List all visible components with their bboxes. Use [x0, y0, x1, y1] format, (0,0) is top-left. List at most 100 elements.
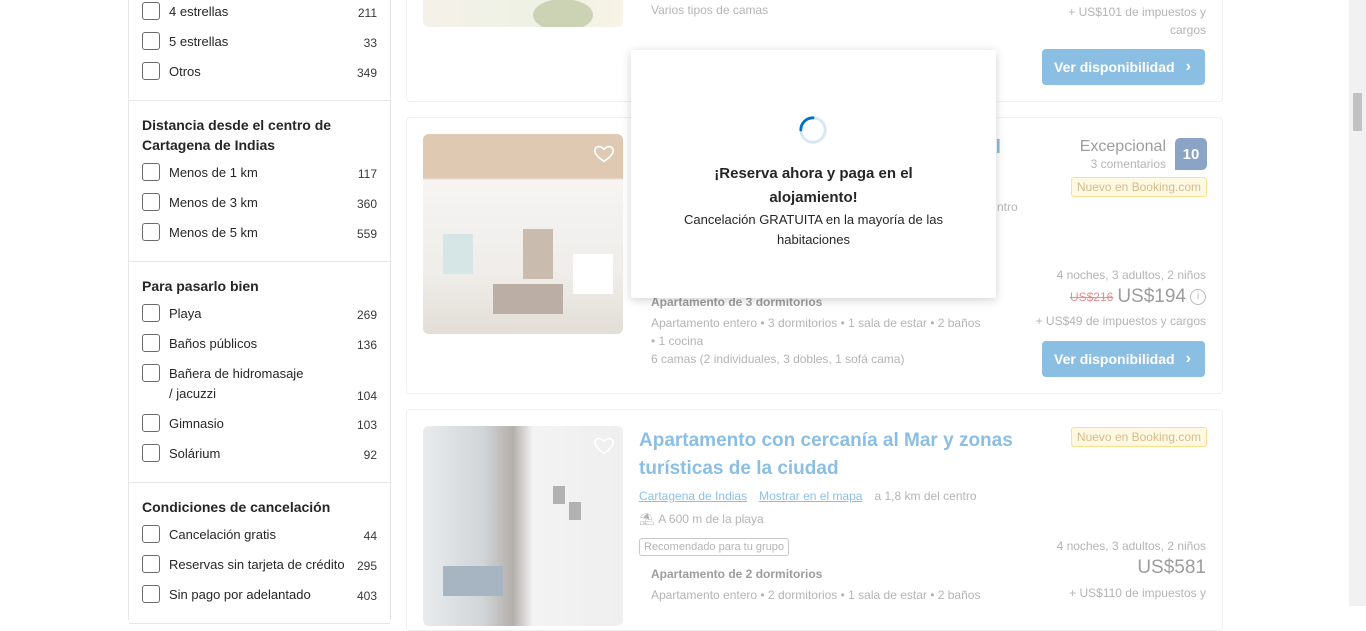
- property-title[interactable]: Apartamento con cercanía al Mar y zonas …: [639, 427, 1059, 483]
- unit-description: Apartamento entero • 2 dormitorios • 1 s…: [651, 588, 981, 602]
- filter-count: 44: [363, 529, 377, 543]
- page-scrollbar[interactable]: [1349, 0, 1366, 606]
- filter-count: 403: [356, 589, 377, 603]
- filters-sidebar: 4 estrellas 211 5 estrellas 33 Otros 349…: [128, 0, 391, 624]
- checkbox[interactable]: [142, 2, 160, 20]
- filter-count: 136: [356, 338, 377, 352]
- filter-label: 5 estrellas: [169, 34, 229, 49]
- button-label: Ver disponibilidad: [1054, 351, 1175, 367]
- filter-option-4-stars[interactable]: 4 estrellas 211: [142, 2, 377, 32]
- photo-image: [443, 486, 581, 596]
- filter-label: Bañera de hidromasaje / jacuzzi: [169, 366, 304, 401]
- heart-icon[interactable]: [593, 142, 615, 164]
- filter-count: 104: [356, 389, 377, 403]
- checkbox[interactable]: [142, 585, 160, 603]
- scrollbar-thumb[interactable]: [1353, 93, 1362, 131]
- property-card-3: Apartamento con cercanía al Mar y zonas …: [406, 409, 1223, 631]
- checkbox[interactable]: [142, 304, 160, 322]
- current-price: US$581: [1137, 557, 1206, 578]
- review-count: 3 comentarios: [1090, 157, 1166, 171]
- filter-option-gimnasio[interactable]: Gimnasio 103: [142, 414, 377, 444]
- filter-count: 349: [356, 66, 377, 80]
- filter-section-cancel: Condiciones de cancelación Cancelación g…: [129, 483, 390, 624]
- filter-option-5km[interactable]: Menos de 5 km 559: [142, 223, 377, 253]
- loading-spinner-icon: [799, 116, 827, 144]
- heart-icon[interactable]: [593, 434, 615, 456]
- filter-option-cancel-free[interactable]: Cancelación gratis 44: [142, 525, 377, 555]
- city-link[interactable]: Cartagena de Indias: [639, 489, 747, 503]
- filter-option-no-prepay[interactable]: Sin pago por adelantado 403: [142, 585, 377, 615]
- checkbox[interactable]: [142, 555, 160, 573]
- price-block: US$216 US$194 i: [1070, 286, 1206, 308]
- info-icon[interactable]: i: [1190, 289, 1206, 305]
- taxes-info: + US$49 de impuestos y cargos: [1035, 314, 1206, 328]
- checkbox[interactable]: [142, 62, 160, 80]
- filter-option-jacuzzi[interactable]: Bañera de hidromasaje / jacuzzi 104: [142, 364, 377, 414]
- filter-option-otros[interactable]: Otros 349: [142, 62, 377, 92]
- filter-label: Menos de 5 km: [169, 225, 258, 240]
- chevron-right-icon: ›: [1185, 58, 1191, 75]
- button-label: Ver disponibilidad: [1054, 59, 1175, 75]
- old-price: US$216: [1069, 290, 1114, 304]
- filter-count: 295: [356, 559, 377, 573]
- filter-count: 33: [363, 36, 377, 50]
- filter-label: Solárium: [169, 446, 221, 461]
- filter-label: Reservas sin tarjeta de crédito: [169, 557, 345, 572]
- new-badge: Nuevo en Booking.com: [1070, 177, 1207, 197]
- availability-button[interactable]: Ver disponibilidad ›: [1042, 341, 1205, 377]
- filter-option-solarium[interactable]: Solárium 92: [142, 444, 377, 474]
- filter-section-stars: 4 estrellas 211 5 estrellas 33 Otros 349: [129, 0, 390, 101]
- taxes-info: + US$110 de impuestos y: [1069, 586, 1206, 600]
- property-photo[interactable]: [423, 426, 623, 626]
- filter-option-5-stars[interactable]: 5 estrellas 33: [142, 32, 377, 62]
- recommended-badge: Recomendado para tu grupo: [639, 538, 790, 556]
- current-price: US$194: [1117, 286, 1186, 307]
- location-line: Cartagena de Indias Mostrar en el mapa a…: [639, 489, 977, 503]
- checkbox[interactable]: [142, 334, 160, 352]
- rating-word: Excepcional: [1079, 138, 1166, 155]
- checkbox[interactable]: [142, 32, 160, 50]
- checkbox[interactable]: [142, 163, 160, 181]
- stay-info: 4 noches, 3 adultos, 2 niños: [1056, 539, 1206, 553]
- photo-image: [443, 229, 613, 314]
- filter-option-banos[interactable]: Baños públicos 136: [142, 334, 377, 364]
- beach-info: ⛱ A 600 m de la playa: [639, 512, 764, 526]
- filter-label: Otros: [169, 64, 201, 79]
- beach-distance: A 600 m de la playa: [658, 512, 764, 526]
- filter-section-distance: Distancia desde el centro de Cartagena d…: [129, 101, 390, 262]
- unit-title: Apartamento de 2 dormitorios: [651, 567, 823, 581]
- checkbox[interactable]: [142, 364, 160, 382]
- modal-title: ¡Reserva ahora y paga en el alojamiento!: [714, 165, 913, 206]
- filter-label: Gimnasio: [169, 416, 224, 431]
- section-title: Distancia desde el centro de Cartagena d…: [142, 117, 332, 153]
- section-title: Condiciones de cancelación: [142, 499, 331, 515]
- filter-count: 360: [356, 197, 377, 211]
- show-on-map-link[interactable]: Mostrar en el mapa: [759, 489, 862, 503]
- filter-count: 559: [356, 227, 377, 241]
- checkbox[interactable]: [142, 193, 160, 211]
- property-photo[interactable]: [423, 134, 623, 334]
- beach-icon: ⛱: [639, 512, 655, 526]
- chevron-right-icon: ›: [1185, 350, 1191, 367]
- filter-label: Cancelación gratis: [169, 527, 276, 542]
- checkbox[interactable]: [142, 525, 160, 543]
- filter-label: Sin pago por adelantado: [169, 587, 311, 602]
- filter-option-no-card[interactable]: Reservas sin tarjeta de crédito 295: [142, 555, 377, 585]
- unit-description-extra: • 1 cocina: [651, 334, 704, 348]
- filter-option-1km[interactable]: Menos de 1 km 117: [142, 163, 377, 193]
- modal-subtitle: Cancelación GRATUITA en la mayoría de la…: [684, 212, 943, 247]
- checkbox[interactable]: [142, 414, 160, 432]
- availability-button[interactable]: Ver disponibilidad ›: [1042, 49, 1205, 85]
- filter-count: 269: [356, 308, 377, 322]
- filter-count: 117: [357, 167, 377, 181]
- filter-option-playa[interactable]: Playa 269: [142, 304, 377, 334]
- checkbox[interactable]: [142, 223, 160, 241]
- filter-count: 103: [356, 418, 377, 432]
- filter-option-3km[interactable]: Menos de 3 km 360: [142, 193, 377, 223]
- beds-info: Varios tipos de camas: [651, 3, 769, 17]
- property-photo[interactable]: [423, 0, 623, 27]
- distance-info: a 1,8 km del centro: [874, 489, 977, 503]
- checkbox[interactable]: [142, 444, 160, 462]
- photo-image: [533, 0, 593, 27]
- filter-label: Playa: [169, 306, 202, 321]
